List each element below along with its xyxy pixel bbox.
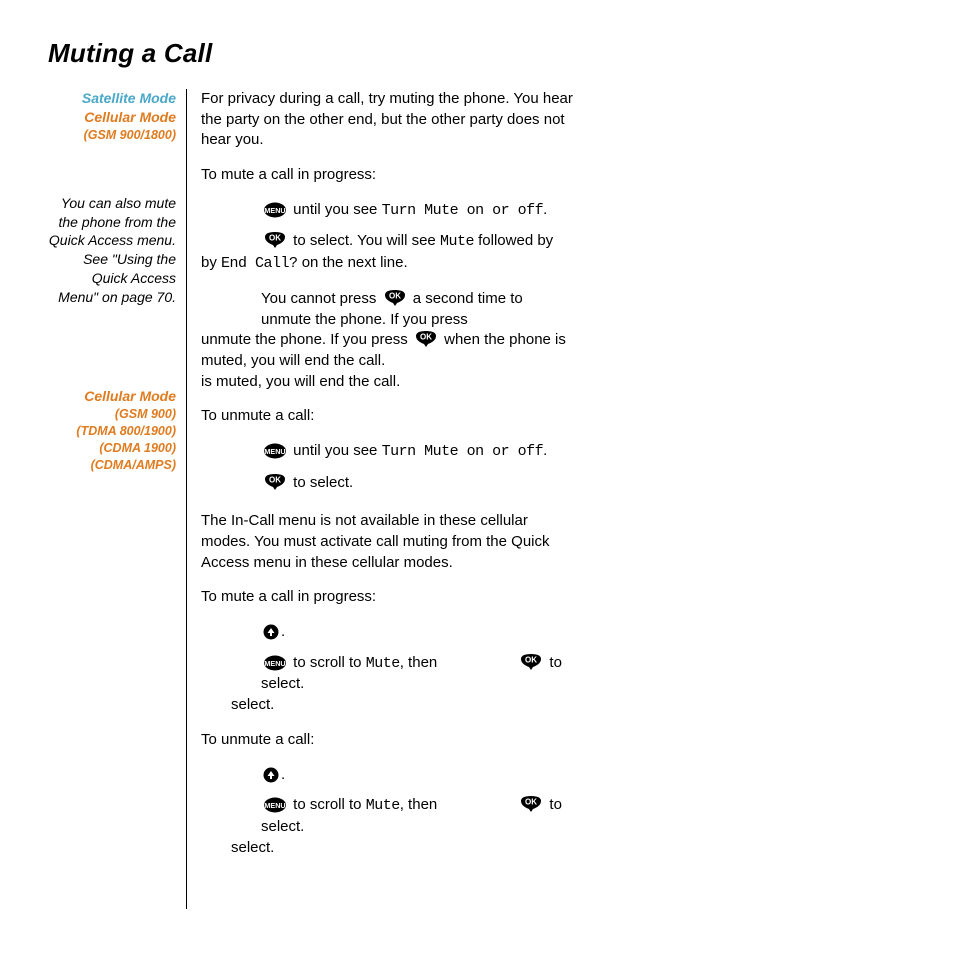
intro-paragraph: For privacy during a call, try muting th… xyxy=(201,89,573,151)
svg-text:MENU: MENU xyxy=(264,659,285,668)
page: Muting a Call Satellite Mode Cellular Mo… xyxy=(0,0,954,954)
step-text: , then xyxy=(400,796,438,813)
ok-icon: OK xyxy=(263,473,287,491)
svg-text:OK: OK xyxy=(269,234,281,243)
tdma-label: (TDMA 800/1900) xyxy=(48,423,176,440)
ui-text: Turn Mute on or off xyxy=(382,202,544,219)
mute2-step-2: MENU to scroll to Mute, then OK to selec… xyxy=(201,653,573,695)
mute-note-cont2: is muted, you will end the call. xyxy=(201,372,573,393)
up-arrow-icon xyxy=(263,767,279,783)
up-arrow-icon xyxy=(263,624,279,640)
section2-intro: The In-Call menu is not available in the… xyxy=(201,511,573,573)
step-text: until you see xyxy=(289,201,382,218)
period: . xyxy=(281,766,285,783)
step-text: select. xyxy=(231,696,274,713)
step-text: , then xyxy=(400,654,438,671)
svg-text:MENU: MENU xyxy=(264,447,285,456)
sidebar: Satellite Mode Cellular Mode (GSM 900/18… xyxy=(48,89,186,909)
svg-text:OK: OK xyxy=(389,291,401,300)
step-text: on the next line. xyxy=(298,254,408,271)
unmute-step-1: MENU until you see Turn Mute on or off. xyxy=(201,441,573,463)
mute-note-cont: unmute the phone. If you press OK when t… xyxy=(201,330,573,371)
ui-text: Mute xyxy=(366,797,400,814)
svg-text:OK: OK xyxy=(525,655,537,664)
step-text: unmute the phone. If you press xyxy=(201,331,412,348)
unmute2-step-2: MENU to scroll to Mute, then OK to selec… xyxy=(201,795,573,837)
cellular-mode-label-2: Cellular Mode xyxy=(48,387,176,406)
menu-icon: MENU xyxy=(263,797,287,813)
step-text: until you see xyxy=(289,442,382,459)
menu-icon: MENU xyxy=(263,202,287,218)
period: . xyxy=(543,201,547,218)
gsm-900-1800-label: (GSM 900/1800) xyxy=(48,127,176,144)
svg-text:OK: OK xyxy=(269,475,281,484)
ui-text: Turn Mute on or off xyxy=(382,443,544,460)
ui-text: End Call? xyxy=(221,255,298,272)
mute-step-2-cont: by End Call? on the next line. xyxy=(201,253,573,275)
satellite-mode-label: Satellite Mode xyxy=(48,89,176,108)
ui-text: Mute xyxy=(440,233,474,250)
step-text: to scroll to xyxy=(289,654,366,671)
step-text: to select. You will see xyxy=(289,232,440,249)
to-mute-heading: To mute a call in progress: xyxy=(201,165,573,186)
ok-icon: OK xyxy=(383,289,407,307)
ok-icon: OK xyxy=(414,330,438,348)
cellular-mode-label: Cellular Mode xyxy=(48,108,176,127)
sidebar-note: You can also mute the phone from the Qui… xyxy=(48,194,176,307)
unmute-step-2: OK to select. xyxy=(201,473,573,494)
step-text: followed by xyxy=(474,232,553,249)
svg-text:MENU: MENU xyxy=(264,206,285,215)
to-mute-heading-2: To mute a call in progress: xyxy=(201,587,573,608)
svg-text:OK: OK xyxy=(525,798,537,807)
two-column-layout: Satellite Mode Cellular Mode (GSM 900/18… xyxy=(48,89,904,909)
mute-note: You cannot press OK a second time to unm… xyxy=(201,289,573,330)
ok-icon: OK xyxy=(519,653,543,671)
main-content: For privacy during a call, try muting th… xyxy=(201,89,573,909)
step-text: by xyxy=(201,254,221,271)
period: . xyxy=(281,623,285,640)
step-text: to select. xyxy=(289,474,353,491)
ui-text: Mute xyxy=(366,655,400,672)
menu-icon: MENU xyxy=(263,443,287,459)
step-text: to scroll to xyxy=(289,796,366,813)
gsm-900-label: (GSM 900) xyxy=(48,406,176,423)
cdma-amps-label: (CDMA/AMPS) xyxy=(48,457,176,474)
cdma-1900-label: (CDMA 1900) xyxy=(48,440,176,457)
svg-text:MENU: MENU xyxy=(264,801,285,810)
mute2-step-1: . xyxy=(201,622,573,643)
to-unmute-heading: To unmute a call: xyxy=(201,406,573,427)
page-title: Muting a Call xyxy=(48,38,904,69)
sidebar-block-2: Cellular Mode (GSM 900) (TDMA 800/1900) … xyxy=(48,387,176,473)
step-text: is muted, you will end the call. xyxy=(201,373,400,390)
mute-step-2: OK to select. You will see Mute followed… xyxy=(201,231,573,253)
step-text: You cannot press xyxy=(261,290,381,307)
to-unmute-heading-2: To unmute a call: xyxy=(201,730,573,751)
ok-icon: OK xyxy=(519,795,543,813)
ok-icon: OK xyxy=(263,231,287,249)
mute-step-1: MENU until you see Turn Mute on or off. xyxy=(201,200,573,222)
menu-icon: MENU xyxy=(263,655,287,671)
unmute2-step-1: . xyxy=(201,765,573,786)
period: . xyxy=(543,442,547,459)
svg-text:OK: OK xyxy=(420,333,432,342)
unmute2-step-2-cont: select. xyxy=(201,838,573,859)
step-text: select. xyxy=(231,839,274,856)
mute2-step-2-cont: select. xyxy=(201,695,573,716)
vertical-divider xyxy=(186,89,187,909)
